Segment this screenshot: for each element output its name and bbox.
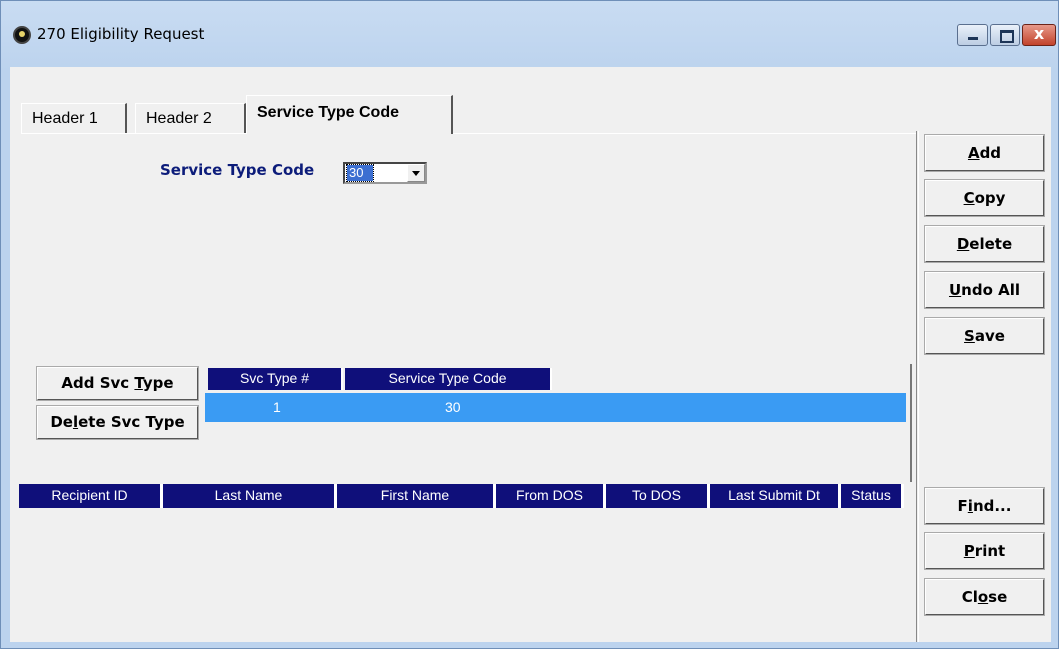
column-header-status[interactable]: Status bbox=[841, 484, 904, 508]
print-button[interactable]: Print bbox=[924, 532, 1045, 570]
close-icon: x bbox=[1033, 24, 1045, 43]
add-button[interactable]: Add bbox=[924, 134, 1045, 172]
column-header-service-type-code[interactable]: Service Type Code bbox=[345, 368, 552, 390]
delete-svc-type-button[interactable]: Delete Svc Type bbox=[36, 405, 199, 440]
window-title: 270 Eligibility Request bbox=[37, 25, 205, 43]
column-header-last-name[interactable]: Last Name bbox=[163, 484, 337, 508]
maximize-button[interactable] bbox=[990, 24, 1020, 46]
tab-header-2[interactable]: Header 2 bbox=[135, 103, 246, 133]
column-header-svc-type-no[interactable]: Svc Type # bbox=[208, 368, 343, 390]
client-area: Header 1 Header 2 Service Type Code Serv… bbox=[10, 67, 1051, 642]
column-header-last-submit-dt[interactable]: Last Submit Dt bbox=[710, 484, 841, 508]
save-button[interactable]: Save bbox=[924, 317, 1045, 355]
dropdown-arrow-icon[interactable] bbox=[407, 164, 425, 182]
column-header-first-name[interactable]: First Name bbox=[337, 484, 496, 508]
find-button[interactable]: Find... bbox=[924, 487, 1045, 525]
copy-button[interactable]: Copy bbox=[924, 179, 1045, 217]
minimize-button[interactable] bbox=[957, 24, 988, 46]
close-window-button[interactable]: x bbox=[1022, 24, 1056, 46]
column-header-from-dos[interactable]: From DOS bbox=[496, 484, 606, 508]
delete-button[interactable]: Delete bbox=[924, 225, 1045, 263]
service-type-grid[interactable]: Svc Type # Service Type Code 1 30 bbox=[205, 364, 912, 482]
service-type-code-value: 30 bbox=[346, 164, 374, 182]
column-header-to-dos[interactable]: To DOS bbox=[606, 484, 710, 508]
application-window: 270 Eligibility Request x Header 1 Heade… bbox=[0, 0, 1059, 649]
tab-header-1[interactable]: Header 1 bbox=[21, 103, 127, 133]
close-button[interactable]: Close bbox=[924, 578, 1045, 616]
app-icon bbox=[13, 26, 31, 44]
tab-service-type-code[interactable]: Service Type Code bbox=[246, 95, 453, 134]
service-type-code-cell: 30 bbox=[445, 399, 461, 415]
tab-panel-border bbox=[21, 133, 917, 134]
column-header-recipient-id[interactable]: Recipient ID bbox=[19, 484, 163, 508]
service-type-code-select[interactable]: 30 bbox=[343, 162, 427, 184]
panel-separator bbox=[916, 131, 919, 642]
title-bar[interactable]: 270 Eligibility Request x bbox=[1, 1, 1058, 61]
undo-all-button[interactable]: Undo All bbox=[924, 271, 1045, 309]
table-row[interactable]: 1 30 bbox=[205, 393, 906, 422]
add-svc-type-button[interactable]: Add Svc Type bbox=[36, 366, 199, 401]
service-type-code-label: Service Type Code bbox=[160, 161, 315, 179]
svc-type-no-cell: 1 bbox=[273, 399, 281, 415]
